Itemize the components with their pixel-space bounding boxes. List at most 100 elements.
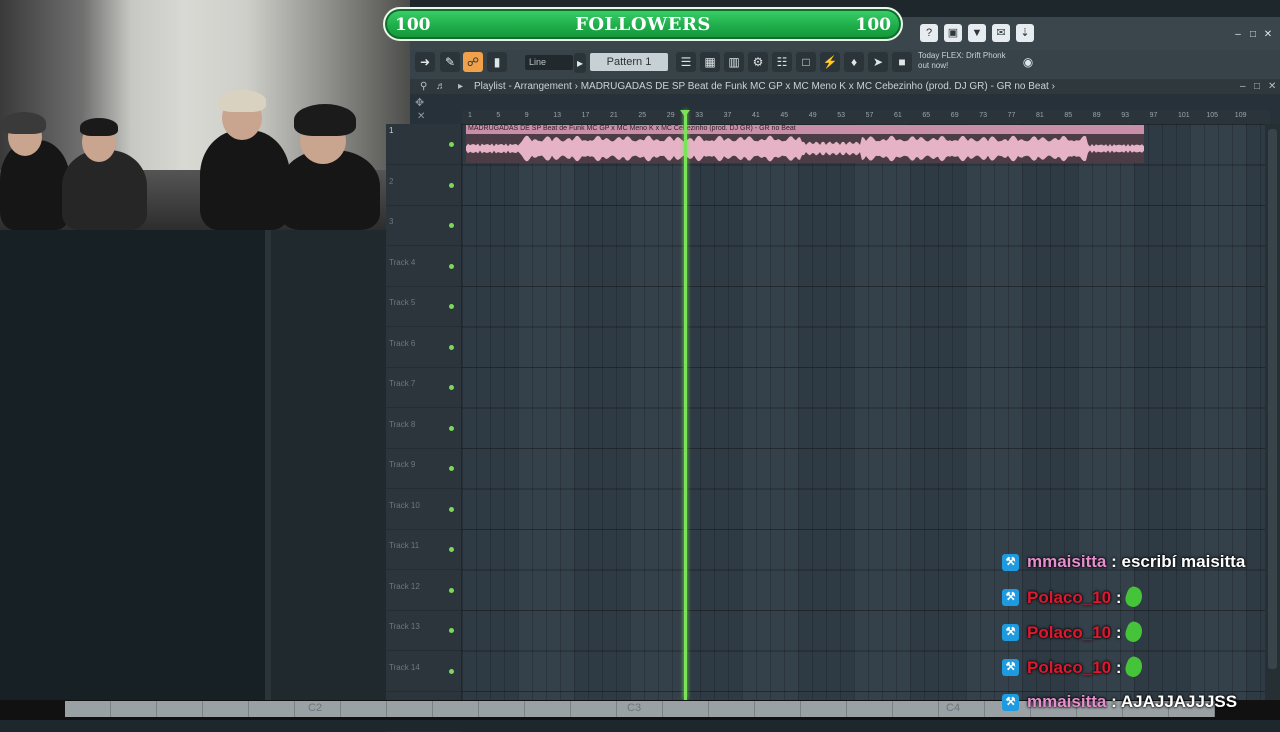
tempo-icon[interactable]: ➤: [868, 52, 888, 72]
track-mute-led[interactable]: [449, 344, 454, 350]
hammer-badge-icon: ⚒: [1002, 659, 1019, 676]
track-header[interactable]: Track 10: [386, 489, 461, 530]
track-header[interactable]: Track 12: [386, 570, 461, 611]
close-icon[interactable]: ✕: [1262, 25, 1274, 40]
track-mute-led[interactable]: [449, 628, 454, 633]
track-mute-led[interactable]: [449, 304, 454, 309]
plug-icon[interactable]: ♦: [844, 52, 864, 72]
track-header[interactable]: Track 5: [386, 286, 461, 327]
webcam-feed: [0, 0, 410, 230]
save-icon[interactable]: ▣: [944, 24, 962, 42]
ruler-mark: 5: [496, 112, 501, 119]
track-header[interactable]: Track 7: [386, 367, 461, 408]
track-mute-led[interactable]: [449, 142, 454, 147]
playhead-line[interactable]: [684, 110, 687, 700]
track-header[interactable]: 3: [386, 205, 461, 246]
channel-rack-icon[interactable]: ▥: [724, 52, 744, 72]
globe-icon[interactable]: ◉: [1018, 52, 1038, 72]
news-ticker[interactable]: Today FLEX: Drift Phonk out now!: [918, 51, 1006, 71]
timeline-ruler[interactable]: 1 5 9 13 17 21 25 29 33 37 41 45 49 53 57 61 65 69 73 77 81 8…: [462, 110, 1270, 124]
move-icon[interactable]: ✥: [415, 96, 424, 109]
play-icon[interactable]: ▸: [574, 53, 586, 73]
track-mute-led[interactable]: [449, 547, 454, 552]
x-icon[interactable]: ✕: [417, 111, 425, 122]
track-name: Track 12: [389, 581, 420, 591]
track-name: Track 14: [389, 662, 420, 672]
track-header[interactable]: 2: [386, 165, 461, 206]
track-header[interactable]: 1: [386, 124, 461, 165]
piano-label: C4: [946, 702, 961, 714]
ruler-mark: 37: [723, 112, 732, 119]
track-header[interactable]: Track 9: [386, 448, 461, 489]
person-4-hair: [294, 104, 356, 136]
ruler-mark: 109: [1234, 112, 1247, 119]
track-mute-led[interactable]: [449, 466, 454, 471]
track-mute-led[interactable]: [449, 587, 454, 593]
track-header[interactable]: Track 11: [386, 529, 461, 570]
track-header[interactable]: Track 14: [386, 651, 461, 692]
ruler-mark: 57: [865, 112, 874, 119]
wand-icon[interactable]: ⚡: [820, 52, 840, 72]
track-mute-led[interactable]: [449, 425, 454, 431]
browser-panel: [271, 230, 386, 700]
snap-select[interactable]: Line: [525, 55, 573, 70]
track-mute-led[interactable]: [449, 263, 454, 269]
maximize-icon[interactable]: □: [1247, 25, 1259, 40]
track-name: Track 10: [389, 500, 420, 510]
followers-goal-bar: 100 FOLLOWERS 100: [383, 7, 903, 41]
green-emote-icon: [1122, 584, 1145, 610]
track-header[interactable]: Track 13: [386, 610, 461, 651]
link-icon[interactable]: ☍: [463, 52, 483, 72]
ruler-mark: 13: [553, 112, 561, 119]
arrangement-arrow-icon[interactable]: ▸: [458, 79, 463, 94]
track-mute-led[interactable]: [449, 182, 454, 188]
plugin-icon[interactable]: ⚙: [748, 52, 768, 72]
ruler-mark: 45: [780, 112, 789, 119]
chat-overlay: ⚒ mmaisitta : escribí maisitta ⚒ Polaco_10 …: [1000, 550, 1280, 725]
chat-message: ⚒ Polaco_10 :: [1000, 619, 1280, 655]
track-name: 1: [389, 126, 394, 135]
playlist-maximize-icon[interactable]: □: [1254, 79, 1260, 94]
news-icon[interactable]: ■: [892, 52, 912, 72]
grid-bar-shade: [798, 124, 854, 700]
piano-roll-icon[interactable]: ▦: [700, 52, 720, 72]
ruler-mark: 105: [1206, 112, 1219, 119]
chat-icon[interactable]: ✉: [992, 24, 1010, 42]
track-mute-led[interactable]: [449, 506, 454, 512]
person-3: [200, 130, 290, 230]
ruler-mark: 21: [610, 112, 618, 119]
browser-icon[interactable]: ☷: [772, 52, 792, 72]
ruler-mark: 61: [894, 112, 902, 119]
speaker-icon[interactable]: ♬: [436, 79, 446, 94]
playlist-close-icon[interactable]: ✕: [1268, 79, 1276, 94]
grid-bar-shade: [910, 124, 966, 700]
ruler-mark: 33: [695, 112, 703, 119]
mixer-icon[interactable]: ☰: [676, 52, 696, 72]
chat-message: ⚒ Polaco_10 :: [1000, 654, 1280, 690]
playlist-titlebar[interactable]: ⚲ ♬ ▸ Playlist - Arrangement › MADRUGADA…: [410, 79, 1280, 94]
pencil-icon[interactable]: ✎: [440, 52, 460, 72]
ruler-mark: 65: [922, 112, 931, 119]
stamp-icon[interactable]: ▮: [487, 52, 507, 72]
help-icon[interactable]: ?: [920, 24, 938, 42]
track-header[interactable]: Track 4: [386, 246, 461, 287]
audio-clip-title: MADRUGADAS DE SP Beat de Funk MC GP x MC…: [468, 125, 796, 132]
minimize-icon[interactable]: –: [1232, 25, 1244, 40]
brush-icon[interactable]: □: [796, 52, 816, 72]
track-header[interactable]: Track 6: [386, 327, 461, 368]
download-icon[interactable]: ⇣: [1016, 24, 1034, 42]
playlist-minimize-icon[interactable]: –: [1240, 79, 1246, 94]
grid-bar-shade: [462, 124, 518, 700]
zoom-icon[interactable]: ⚲: [420, 79, 427, 94]
pattern-selector[interactable]: Pattern 1: [590, 53, 668, 71]
arrow-right-icon[interactable]: ➜: [415, 52, 435, 72]
track-mute-led[interactable]: [449, 223, 454, 228]
chat-text: : AJAJJAJJJSS: [1111, 692, 1238, 711]
track-mute-led[interactable]: [449, 385, 454, 390]
midi-icon[interactable]: ▼: [968, 24, 986, 42]
person-1: [0, 140, 70, 230]
track-mute-led[interactable]: [449, 668, 454, 674]
person-2-hair: [80, 118, 118, 136]
track-header[interactable]: Track 8: [386, 408, 461, 449]
hammer-badge-icon: ⚒: [1002, 589, 1019, 606]
